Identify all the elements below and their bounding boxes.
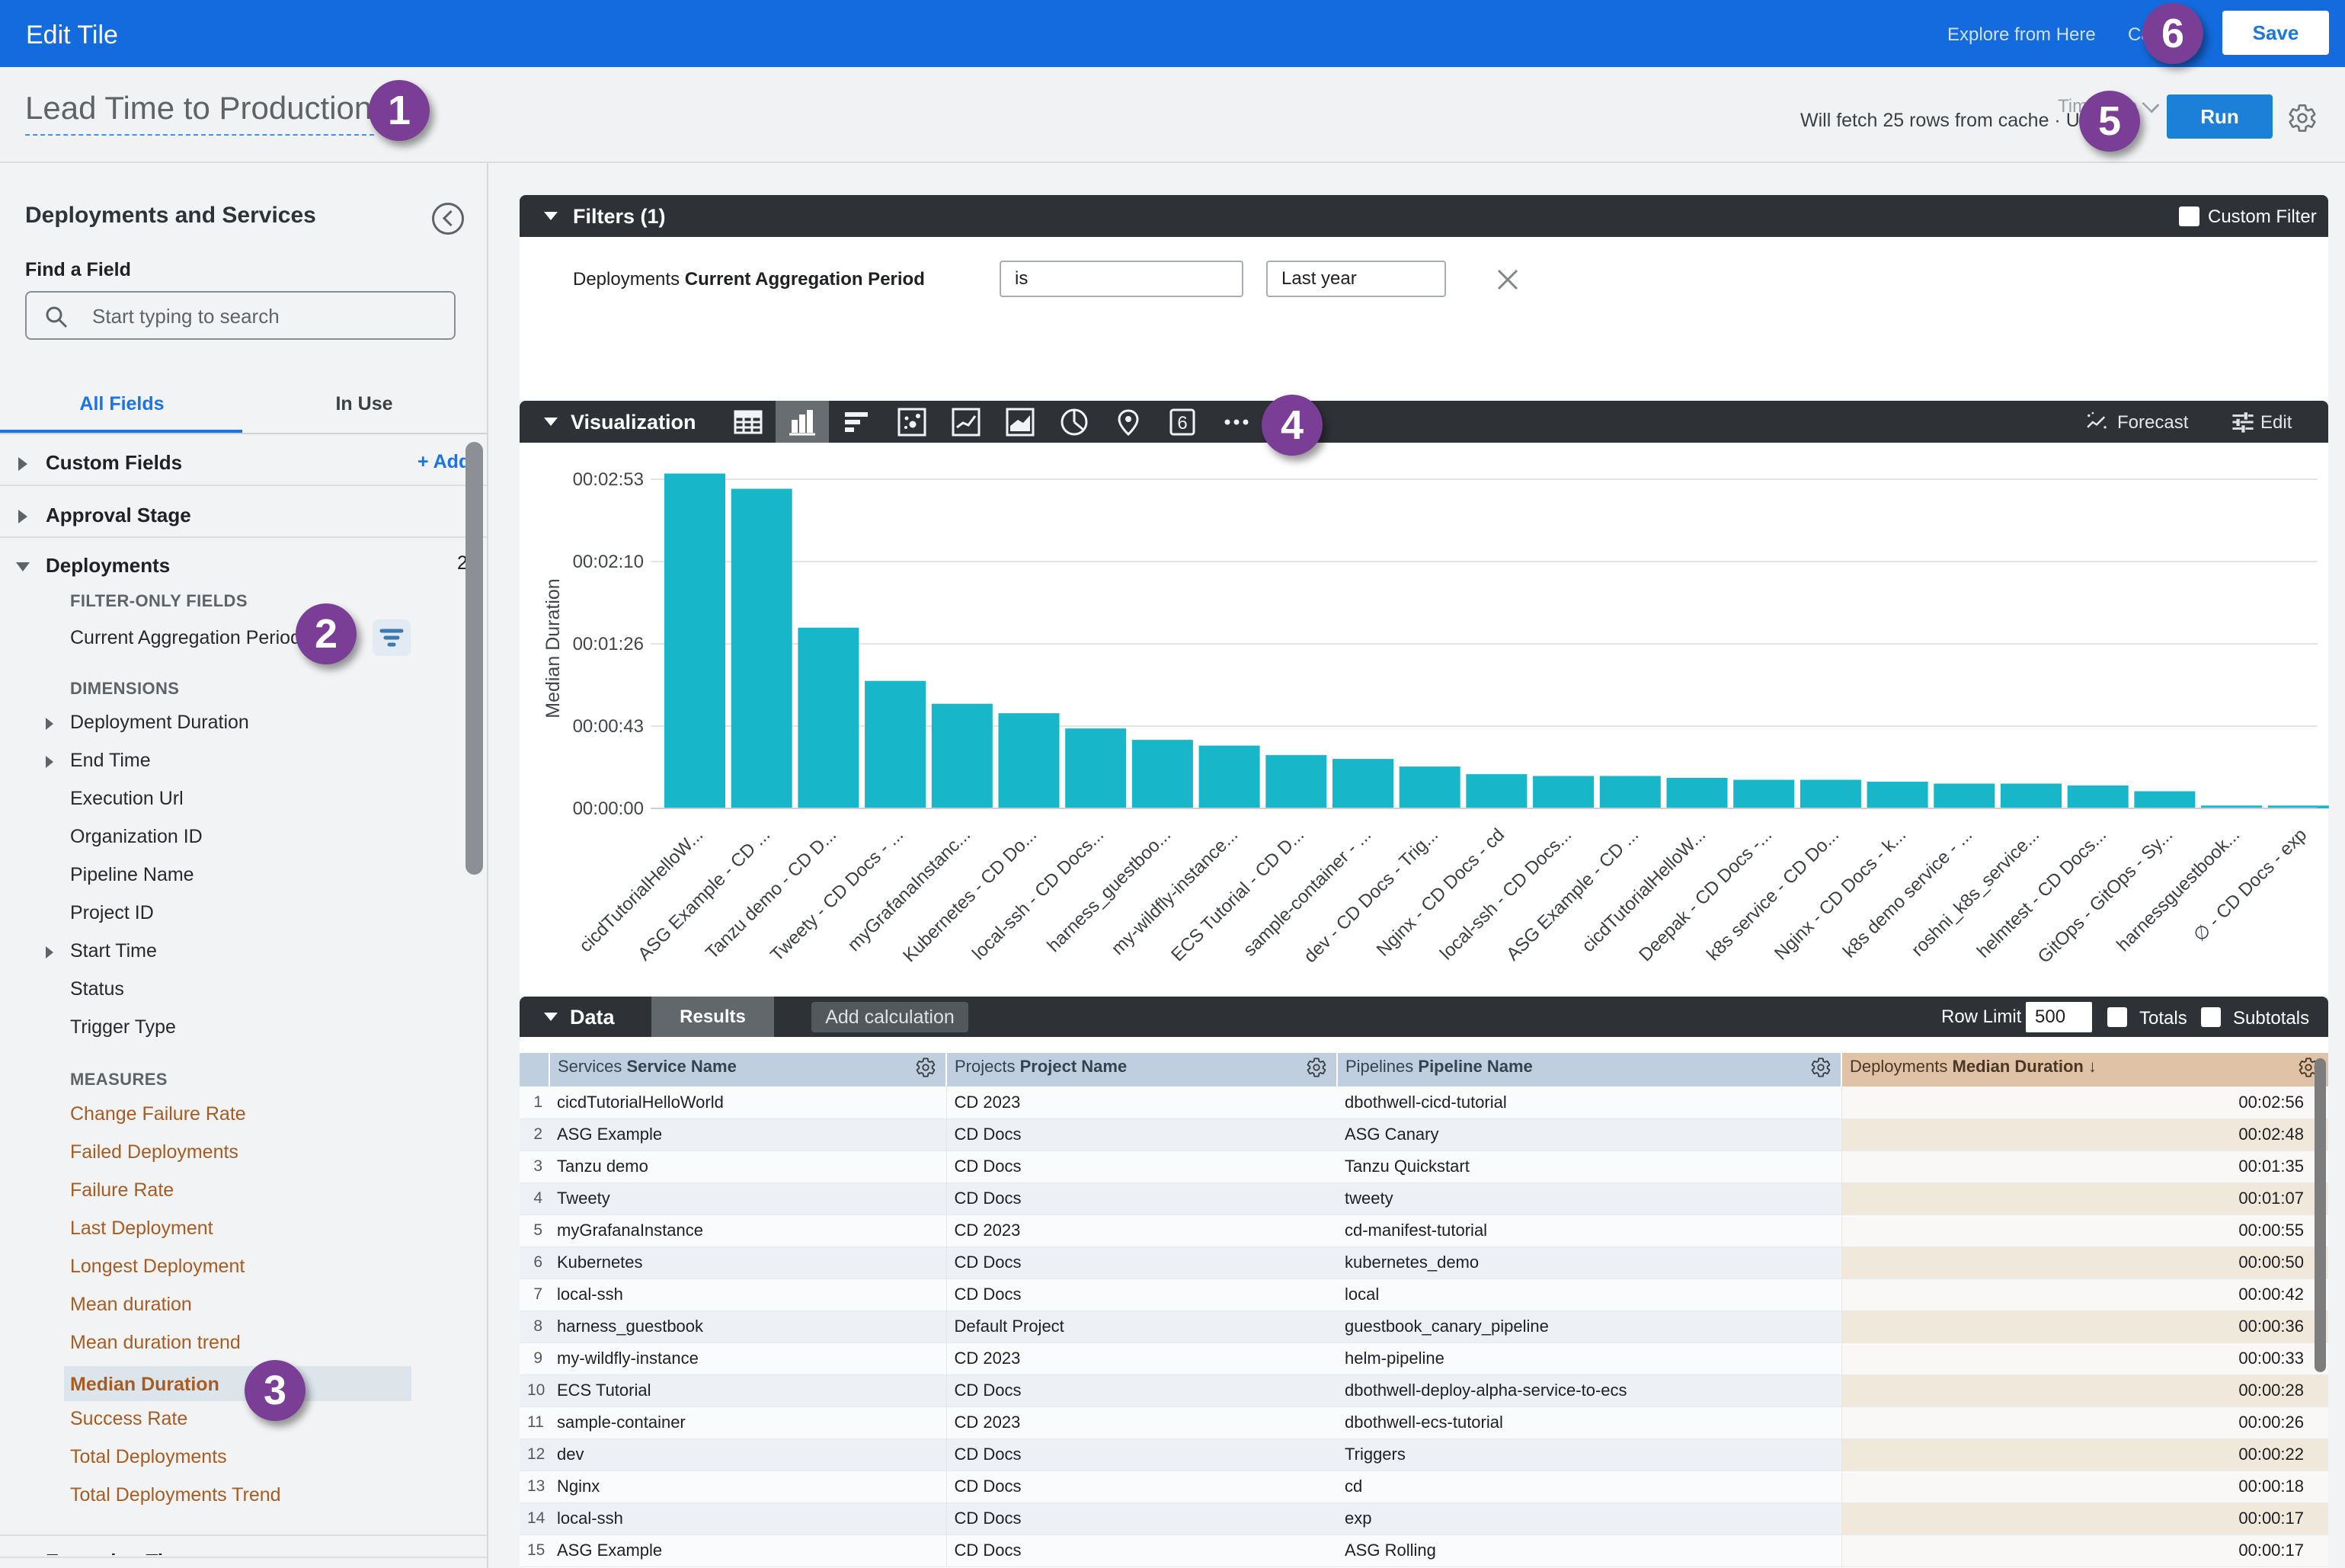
svg-text:ASG Example - CD ...: ASG Example - CD ...: [634, 824, 774, 965]
svg-text:00:02:53: 00:02:53: [573, 469, 644, 490]
svg-text:ECS Tutorial - CD D...: ECS Tutorial - CD D...: [1167, 824, 1308, 965]
svg-text:myGrafanaInstanc...: myGrafanaInstanc...: [843, 824, 974, 955]
svg-text:00:00:43: 00:00:43: [573, 716, 644, 737]
svg-text:harnessguestbook...: harnessguestbook...: [2113, 824, 2244, 955]
svg-text:ASG Example - CD ...: ASG Example - CD ...: [1502, 824, 1643, 965]
svg-text:Nginx - CD Docs - k...: Nginx - CD Docs - k...: [1771, 824, 1910, 964]
svg-text:Nginx - CD Docs - cd: Nginx - CD Docs - cd: [1373, 824, 1508, 960]
svg-text:Tanzu demo - CD D...: Tanzu demo - CD D...: [702, 824, 840, 963]
svg-text:local-ssh - CD Docs...: local-ssh - CD Docs...: [1436, 824, 1576, 964]
svg-text:Median Duration: Median Duration: [542, 578, 564, 718]
svg-text:GitOps - GitOps - Sy...: GitOps - GitOps - Sy...: [2034, 824, 2177, 968]
svg-text:dev - CD Docs - Trig...: dev - CD Docs - Trig...: [1300, 824, 1442, 967]
svg-text:harness_guestboo...: harness_guestboo...: [1043, 824, 1175, 956]
svg-text:00:02:10: 00:02:10: [573, 552, 644, 572]
svg-text:6: 6: [1177, 413, 1187, 434]
svg-text:00:00:00: 00:00:00: [573, 798, 644, 819]
svg-text:Tweety - CD Docs - ...: Tweety - CD Docs - ...: [766, 824, 907, 965]
svg-text:sample-container - ...: sample-container - ...: [1240, 824, 1375, 960]
svg-text:∅ - CD Docs - exp: ∅ - CD Docs - exp: [2190, 824, 2311, 946]
svg-text:00:01:26: 00:01:26: [573, 634, 644, 654]
svg-text:cicdTutorialHelloW...: cicdTutorialHelloW...: [575, 824, 707, 956]
svg-text:k8s service - CD Do...: k8s service - CD Do...: [1703, 824, 1843, 965]
svg-text:k8s demo service - ...: k8s demo service - ...: [1839, 824, 1976, 962]
svg-text:local-ssh - CD Docs...: local-ssh - CD Docs...: [968, 824, 1108, 964]
svg-text:Kubernetes - CD Do...: Kubernetes - CD Do...: [899, 824, 1041, 966]
svg-text:my-wildfly-instance...: my-wildfly-instance...: [1108, 824, 1243, 959]
svg-text:helmtest - CD Docs...: helmtest - CD Docs...: [1973, 824, 2110, 962]
svg-text:cicdTutorialHelloW...: cicdTutorialHelloW...: [1578, 824, 1710, 956]
svg-text:roshni_k8s_service...: roshni_k8s_service...: [1908, 824, 2044, 961]
svg-text:Deepak - CD Docs -...: Deepak - CD Docs -...: [1635, 824, 1776, 965]
